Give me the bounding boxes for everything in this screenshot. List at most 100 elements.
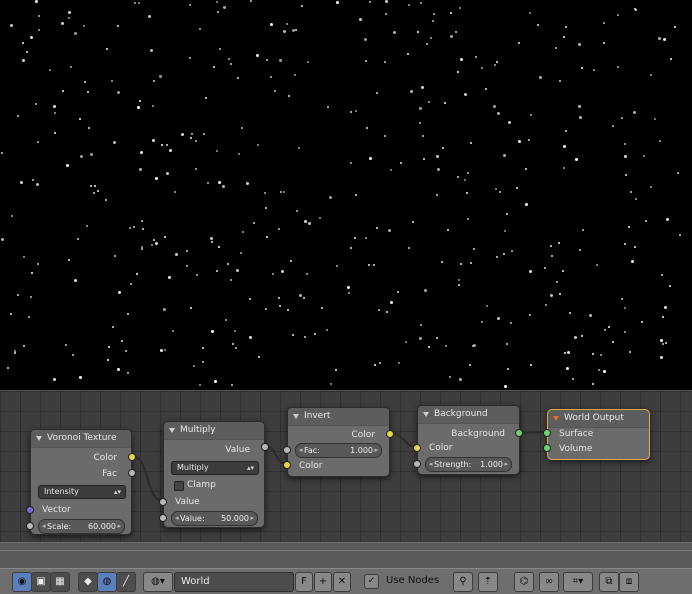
world-volume-input-socket[interactable]: [543, 444, 551, 452]
object-shader-button[interactable]: ◆: [78, 572, 98, 592]
star: [286, 23, 288, 25]
updown-arrows-icon: ▴▾: [113, 488, 121, 496]
star: [306, 273, 308, 275]
star: [348, 292, 350, 294]
star: [168, 276, 171, 279]
link-icon[interactable]: ∞: [539, 572, 559, 592]
texture-tree-button[interactable]: ▦: [50, 572, 70, 592]
voronoi-vector-input-socket[interactable]: [26, 506, 34, 514]
line-style-button[interactable]: ╱: [116, 572, 136, 592]
invert-color-input-socket[interactable]: [283, 461, 291, 469]
star: [493, 105, 496, 108]
star: [665, 342, 667, 344]
scale-field[interactable]: ◂ Scale: 60.000 ▸: [38, 519, 125, 534]
star: [495, 188, 497, 190]
node-header[interactable]: Invert: [288, 408, 389, 426]
star: [433, 13, 435, 15]
world-name-field[interactable]: World: [174, 572, 294, 592]
decrement-arrow-icon[interactable]: ◂: [42, 520, 46, 533]
star: [114, 255, 116, 257]
node-editor[interactable]: Voronoi Texture Color Fac Intensity ▴▾ V…: [0, 390, 692, 551]
star: [26, 51, 28, 53]
use-nodes-checkbox[interactable]: ✓: [364, 574, 379, 589]
collapse-triangle-icon[interactable]: [169, 428, 175, 433]
voronoi-color-output-socket[interactable]: [128, 453, 136, 461]
node-header[interactable]: Voronoi Texture: [31, 430, 131, 448]
multiply-value2-input-socket[interactable]: [159, 514, 167, 522]
voronoi-texture-node[interactable]: Voronoi Texture Color Fac Intensity ▴▾ V…: [30, 429, 132, 535]
star: [624, 307, 626, 309]
star: [290, 260, 292, 262]
paste-nodes-icon[interactable]: ⧈: [619, 572, 639, 592]
node-header[interactable]: World Output: [548, 410, 649, 428]
copy-nodes-icon[interactable]: ⧉: [599, 572, 619, 592]
shader-tree-button[interactable]: ▣: [31, 572, 51, 592]
voronoi-scale-input-socket[interactable]: [26, 522, 34, 530]
invert-color-output-socket[interactable]: [386, 430, 394, 438]
increment-arrow-icon[interactable]: ▸: [250, 512, 254, 525]
parent-tree-icon[interactable]: ⇡: [478, 572, 498, 592]
star: [87, 91, 89, 93]
voronoi-fac-output-socket[interactable]: [128, 469, 136, 477]
collapse-triangle-icon[interactable]: [553, 416, 559, 421]
snap-icon[interactable]: ⌗▾: [563, 572, 593, 592]
render-viewport[interactable]: [0, 0, 692, 390]
world-shader-button[interactable]: ◍: [97, 572, 117, 592]
background-strength-input-socket[interactable]: [413, 460, 421, 468]
unlink-world-button[interactable]: ✕: [333, 572, 351, 592]
new-world-button[interactable]: +: [314, 572, 332, 592]
star: [68, 259, 70, 261]
node-header[interactable]: Multiply: [164, 422, 264, 440]
coloring-mode-select[interactable]: Intensity ▴▾: [38, 485, 126, 499]
background-color-input-socket[interactable]: [413, 444, 421, 452]
node-tree-icon[interactable]: ⌬: [514, 572, 534, 592]
editor-type-button[interactable]: ◉: [12, 572, 32, 592]
collapse-triangle-icon[interactable]: [36, 436, 42, 441]
invert-node[interactable]: Invert Color ◂ Fac: 1.000 ▸ Color: [287, 407, 390, 477]
star: [422, 135, 424, 137]
strength-field[interactable]: ◂ Strength: 1.000 ▸: [425, 457, 512, 472]
star: [617, 66, 619, 68]
world-browse-button[interactable]: ◍▾: [143, 572, 173, 592]
field-value: 1.000: [350, 446, 373, 455]
multiply-value-output-socket[interactable]: [261, 443, 269, 451]
fake-user-button[interactable]: F: [295, 572, 313, 592]
star: [634, 246, 636, 248]
field-label: Value:: [180, 514, 205, 523]
fac-field[interactable]: ◂ Fac: 1.000 ▸: [295, 443, 382, 458]
star: [419, 337, 422, 340]
increment-arrow-icon[interactable]: ▸: [374, 444, 378, 457]
star: [280, 191, 282, 193]
star: [329, 196, 332, 199]
star: [283, 191, 285, 193]
collapse-triangle-icon[interactable]: [293, 414, 299, 419]
pin-icon[interactable]: ⚲: [453, 572, 473, 592]
collapse-triangle-icon[interactable]: [423, 412, 429, 417]
star: [86, 225, 88, 227]
decrement-arrow-icon[interactable]: ◂: [299, 444, 303, 457]
increment-arrow-icon[interactable]: ▸: [504, 458, 508, 471]
star: [475, 56, 477, 58]
value-field[interactable]: ◂ Value: 50.000 ▸: [171, 511, 258, 526]
background-node[interactable]: Background Background Color ◂ Strength: …: [417, 405, 520, 475]
multiply-value-input-socket[interactable]: [159, 498, 167, 506]
world-surface-input-socket[interactable]: [543, 429, 551, 437]
star: [216, 270, 218, 272]
star: [303, 297, 305, 299]
decrement-arrow-icon[interactable]: ◂: [429, 458, 433, 471]
star: [238, 153, 240, 155]
multiply-node[interactable]: Multiply Value Multiply ▴▾ Clamp Value ◂…: [163, 421, 265, 528]
invert-fac-input-socket[interactable]: [283, 446, 291, 454]
node-header[interactable]: Background: [418, 406, 519, 424]
math-operation-select[interactable]: Multiply ▴▾: [171, 461, 259, 475]
star: [469, 364, 471, 366]
star: [141, 220, 143, 222]
increment-arrow-icon[interactable]: ▸: [117, 520, 121, 533]
star: [112, 326, 114, 328]
clamp-checkbox[interactable]: [174, 481, 184, 491]
wire-voronoi-multiply: [131, 455, 164, 502]
star: [161, 144, 163, 146]
decrement-arrow-icon[interactable]: ◂: [175, 512, 179, 525]
background-output-socket[interactable]: [515, 429, 523, 437]
world-output-node[interactable]: World Output Surface Volume: [547, 409, 650, 460]
